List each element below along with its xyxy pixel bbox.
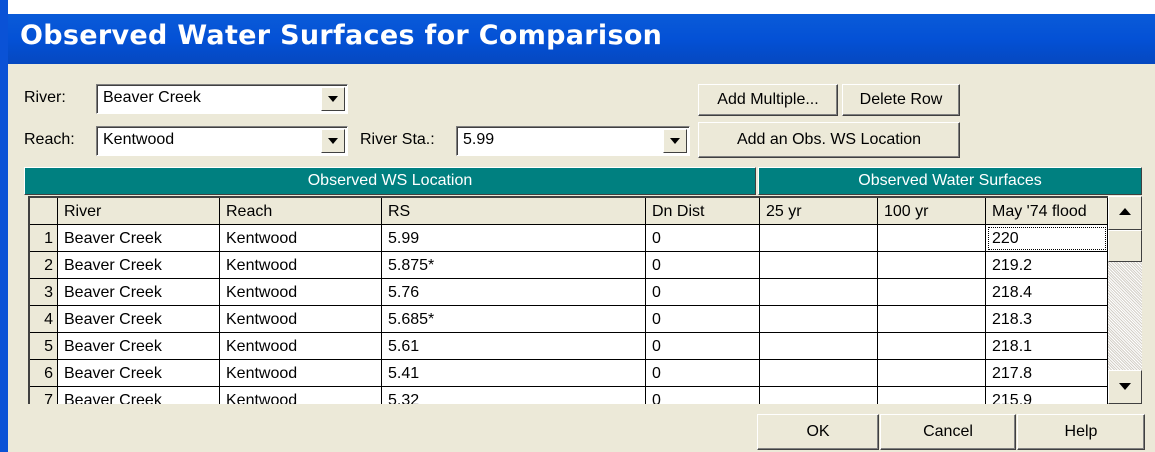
cell-rs[interactable]: 5.685*	[382, 306, 646, 333]
observed-ws-location-header: Observed WS Location	[24, 167, 756, 195]
arrow-down-icon[interactable]	[1108, 370, 1142, 404]
row-number[interactable]: 3	[30, 279, 58, 306]
cell-reach[interactable]: Kentwood	[220, 252, 382, 279]
vertical-scrollbar[interactable]	[1108, 196, 1142, 404]
cell-river[interactable]: Beaver Creek	[58, 306, 220, 333]
cell-rs[interactable]: 5.61	[382, 333, 646, 360]
cell-may74-flood[interactable]: 218.1	[986, 333, 1108, 360]
cell-dn-dist[interactable]: 0	[646, 333, 760, 360]
chevron-down-icon[interactable]	[321, 129, 345, 153]
dialog-window: Observed Water Surfaces for Comparison R…	[0, 0, 1155, 452]
cell-25yr[interactable]	[760, 306, 878, 333]
cell-25yr[interactable]	[760, 279, 878, 306]
cell-river[interactable]: Beaver Creek	[58, 252, 220, 279]
row-number[interactable]: 1	[30, 225, 58, 252]
river-value: Beaver Creek	[103, 89, 201, 106]
cell-rs[interactable]: 5.875*	[382, 252, 646, 279]
cell-100yr[interactable]	[878, 306, 986, 333]
column-header-reach[interactable]: Reach	[220, 198, 382, 225]
cell-dn-dist[interactable]: 0	[646, 360, 760, 387]
cell-rs[interactable]: 5.41	[382, 360, 646, 387]
delete-row-button[interactable]: Delete Row	[842, 84, 960, 116]
observed-ws-table[interactable]: River Reach RS Dn Dist 25 yr 100 yr May …	[28, 196, 1108, 404]
row-number[interactable]: 2	[30, 252, 58, 279]
arrow-up-icon[interactable]	[1108, 196, 1142, 230]
cell-25yr[interactable]	[760, 225, 878, 252]
cell-100yr[interactable]	[878, 279, 986, 306]
reach-label: Reach:	[24, 131, 75, 148]
reach-dropdown[interactable]: Kentwood	[96, 126, 348, 156]
window-left-border	[0, 0, 8, 452]
cell-100yr[interactable]	[878, 333, 986, 360]
cell-dn-dist[interactable]: 0	[646, 306, 760, 333]
cell-rs[interactable]: 5.32	[382, 387, 646, 404]
cell-100yr[interactable]	[878, 360, 986, 387]
cell-river[interactable]: Beaver Creek	[58, 333, 220, 360]
row-number[interactable]: 4	[30, 306, 58, 333]
title-bar[interactable]: Observed Water Surfaces for Comparison	[8, 14, 1155, 64]
add-obs-ws-location-button[interactable]: Add an Obs. WS Location	[698, 122, 960, 158]
row-number[interactable]: 5	[30, 333, 58, 360]
cell-dn-dist[interactable]: 0	[646, 252, 760, 279]
chevron-down-icon[interactable]	[321, 87, 345, 111]
column-header-25yr[interactable]: 25 yr	[760, 198, 878, 225]
cell-may74-flood[interactable]: 215.9	[986, 387, 1108, 404]
cell-river[interactable]: Beaver Creek	[58, 387, 220, 404]
add-multiple-button[interactable]: Add Multiple...	[698, 84, 838, 116]
cell-100yr[interactable]	[878, 387, 986, 404]
cell-may74-flood[interactable]: 218.3	[986, 306, 1108, 333]
cell-100yr[interactable]	[878, 252, 986, 279]
cell-reach[interactable]: Kentwood	[220, 360, 382, 387]
river-sta-value: 5.99	[463, 131, 495, 148]
cell-25yr[interactable]	[760, 333, 878, 360]
cell-dn-dist[interactable]: 0	[646, 279, 760, 306]
cell-may74-flood[interactable]: 217.8	[986, 360, 1108, 387]
column-header-may74-flood[interactable]: May '74 flood	[986, 198, 1108, 225]
river-dropdown[interactable]: Beaver Creek	[96, 84, 348, 114]
help-button[interactable]: Help	[1017, 414, 1145, 450]
window-title: Observed Water Surfaces for Comparison	[20, 20, 663, 51]
column-header-100yr[interactable]: 100 yr	[878, 198, 986, 225]
cell-may74-flood[interactable]: 218.4	[986, 279, 1108, 306]
cell-dn-dist[interactable]: 0	[646, 225, 760, 252]
corner-header	[30, 198, 58, 225]
reach-value: Kentwood	[103, 131, 175, 148]
cell-25yr[interactable]	[760, 252, 878, 279]
row-number[interactable]: 6	[30, 360, 58, 387]
cell-may74-flood[interactable]: 220	[986, 225, 1108, 252]
cell-25yr[interactable]	[760, 387, 878, 404]
chevron-down-icon[interactable]	[663, 129, 687, 153]
cell-reach[interactable]: Kentwood	[220, 387, 382, 404]
row-number[interactable]: 7	[30, 387, 58, 404]
river-label: River:	[24, 89, 66, 106]
observed-water-surfaces-header: Observed Water Surfaces	[758, 167, 1142, 195]
cell-reach[interactable]: Kentwood	[220, 279, 382, 306]
cancel-button[interactable]: Cancel	[880, 414, 1016, 450]
river-sta-dropdown[interactable]: 5.99	[456, 126, 690, 156]
cell-river[interactable]: Beaver Creek	[58, 225, 220, 252]
cell-rs[interactable]: 5.99	[382, 225, 646, 252]
cell-dn-dist[interactable]: 0	[646, 387, 760, 404]
desktop-strip	[0, 0, 1155, 14]
river-sta-label: River Sta.:	[360, 131, 435, 148]
cell-river[interactable]: Beaver Creek	[58, 279, 220, 306]
scroll-thumb[interactable]	[1108, 230, 1142, 262]
cell-may74-flood[interactable]: 219.2	[986, 252, 1108, 279]
column-header-river[interactable]: River	[58, 198, 220, 225]
cell-river[interactable]: Beaver Creek	[58, 360, 220, 387]
column-header-dn-dist[interactable]: Dn Dist	[646, 198, 760, 225]
ok-button[interactable]: OK	[757, 414, 879, 450]
cell-reach[interactable]: Kentwood	[220, 333, 382, 360]
cell-100yr[interactable]	[878, 225, 986, 252]
cell-rs[interactable]: 5.76	[382, 279, 646, 306]
cell-reach[interactable]: Kentwood	[220, 225, 382, 252]
cell-reach[interactable]: Kentwood	[220, 306, 382, 333]
cell-25yr[interactable]	[760, 360, 878, 387]
column-header-rs[interactable]: RS	[382, 198, 646, 225]
